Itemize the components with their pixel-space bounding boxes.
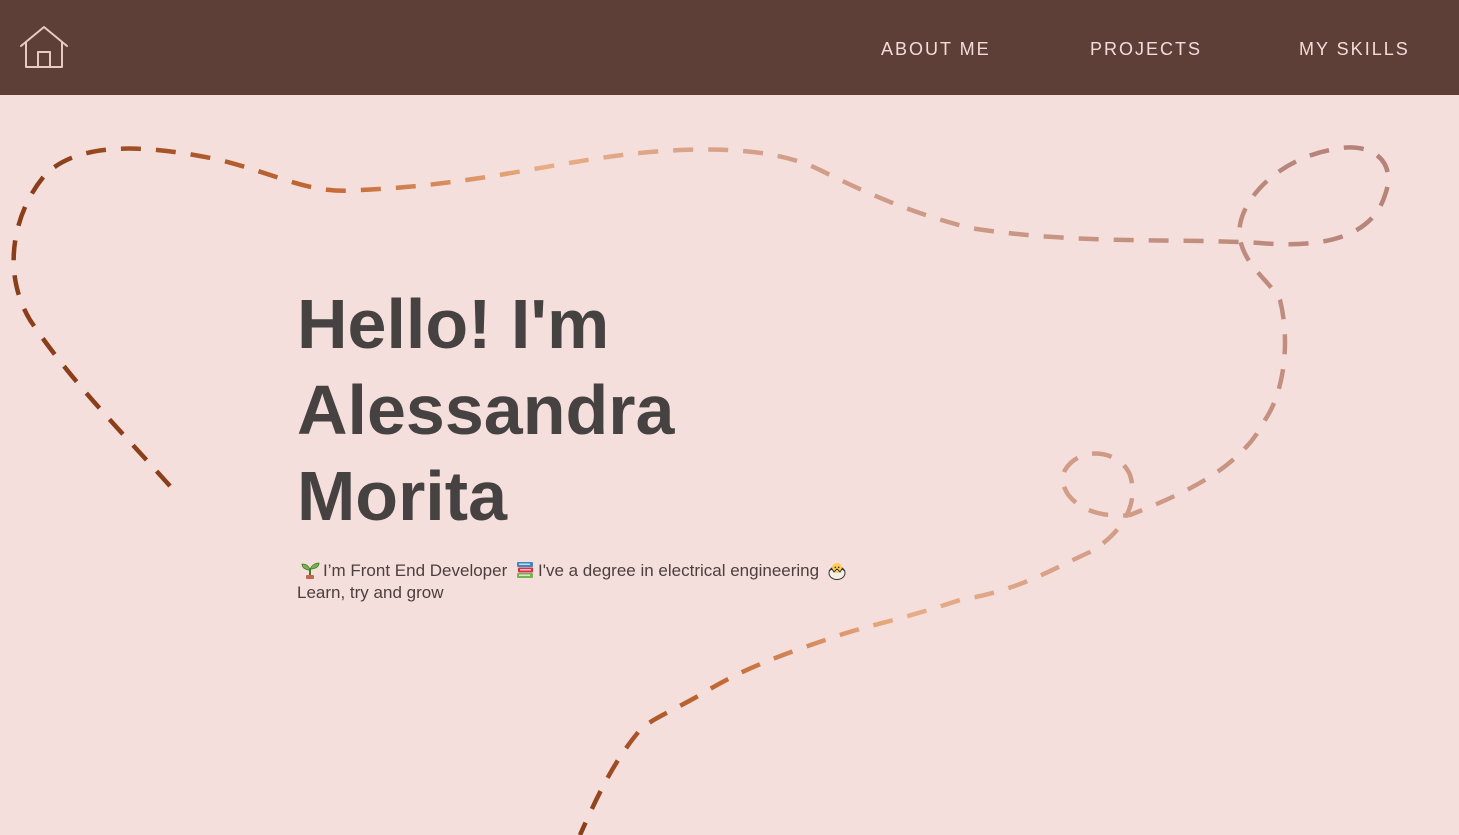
hero-title: Hello! I'm Alessandra Morita [297, 281, 937, 539]
seedling-icon [300, 560, 320, 580]
bio-line: I’m Front End Developer [323, 561, 508, 580]
hero-title-line: Hello! I'm [297, 285, 610, 363]
bio-line: Learn, try and grow [297, 583, 444, 602]
home-icon [18, 24, 70, 70]
hero-title-line: Alessandra [297, 371, 675, 449]
hero-bio: I’m Front End Developer I've a degree in… [297, 560, 897, 604]
hero-title-line: Morita [297, 457, 507, 535]
nav-projects[interactable]: PROJECTS [1090, 38, 1202, 60]
top-navbar: ABOUT ME PROJECTS MY SKILLS [0, 0, 1459, 95]
nav-my-skills[interactable]: MY SKILLS [1299, 38, 1410, 60]
hero-section: Hello! I'm Alessandra Morita I’m Front E… [297, 281, 937, 604]
books-icon [515, 560, 535, 580]
hatching-chick-icon [827, 560, 847, 580]
nav-about-me[interactable]: ABOUT ME [881, 38, 991, 60]
home-link[interactable] [18, 24, 70, 70]
bio-line: I've a degree in electrical engineering [537, 561, 820, 580]
